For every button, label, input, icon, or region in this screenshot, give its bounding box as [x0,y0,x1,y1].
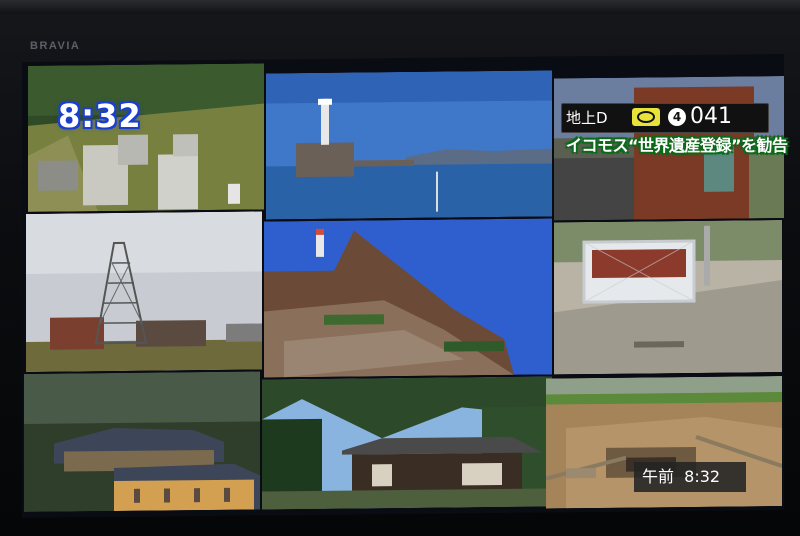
broadcast-clock: 8:32 [58,97,142,135]
remote-key-badge: 4 [668,108,686,126]
photo-japanese-house [262,376,552,510]
photo-island-fort [264,218,552,378]
broadcast-source-label: 地上D [566,109,608,127]
photo-western-house [24,371,260,512]
news-headline: イコモス“世界遺産登録”を勧告 [566,136,788,155]
brand-logo: BRAVIA [30,40,81,52]
photo-lighthouse [266,70,552,220]
photo-headframe [26,211,262,372]
tv-bezel [0,0,800,14]
tv-frame: BRAVIA 8:32 地上D 4 041 イコモス“世界遺産登録”を勧告 午前… [0,0,800,536]
channel-number: 041 [690,104,732,129]
photo-fenced-pit [554,220,782,375]
photo-ruins [28,63,264,212]
epg-guide-icon [632,108,660,126]
timestamp-label: 午前 8:32 [642,467,721,486]
